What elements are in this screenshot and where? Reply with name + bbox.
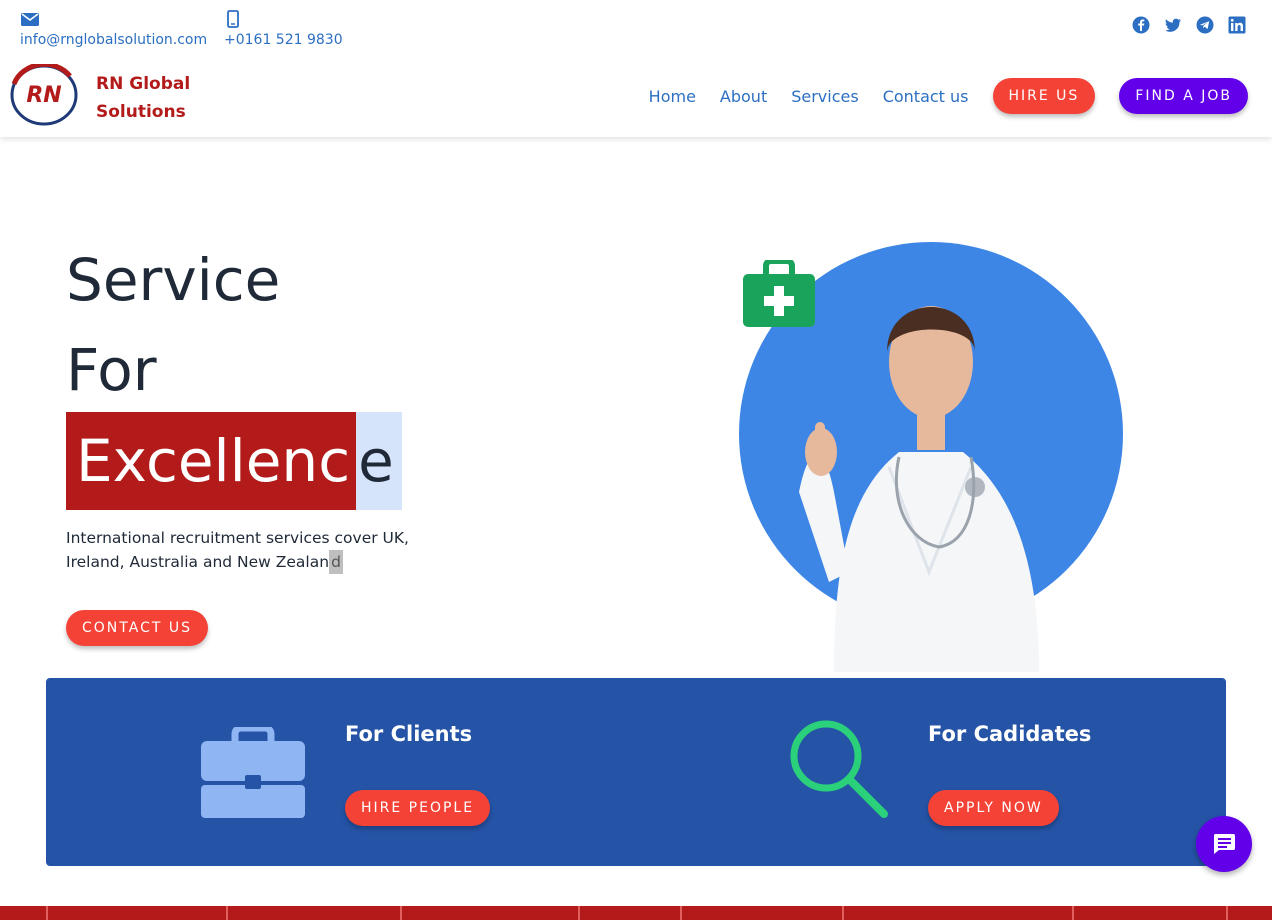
hire-us-button[interactable]: HIRE US bbox=[992, 78, 1096, 114]
nav-about[interactable]: About bbox=[720, 87, 767, 106]
search-icon bbox=[790, 720, 888, 818]
hero-selected-text: e bbox=[356, 412, 402, 510]
hero-description: International recruitment services cover… bbox=[66, 526, 466, 574]
logo-text: RN bbox=[26, 83, 61, 108]
nav-contact-us[interactable]: Contact us bbox=[883, 87, 969, 106]
footer-strip bbox=[0, 906, 1272, 920]
for-clients-title: For Clients bbox=[345, 722, 473, 746]
top-header: info@rnglobalsolution.com +0161 521 9830… bbox=[0, 0, 1272, 137]
brand-name[interactable]: RN Global Solutions bbox=[96, 70, 190, 126]
twitter-icon[interactable] bbox=[1164, 16, 1182, 34]
services-band: For Clients HIRE PEOPLE For Cadidates AP… bbox=[46, 678, 1226, 866]
brand-line-1: RN Global bbox=[96, 74, 191, 94]
chat-icon bbox=[1214, 834, 1235, 854]
email-text[interactable]: info@rnglobalsolution.com bbox=[20, 32, 207, 48]
brand-line-2: Solutions bbox=[96, 102, 186, 122]
apply-now-button[interactable]: APPLY NOW bbox=[928, 790, 1059, 826]
find-a-job-button[interactable]: FIND A JOB bbox=[1119, 78, 1248, 114]
briefcase-icon bbox=[201, 727, 305, 818]
chat-widget-button[interactable] bbox=[1196, 816, 1252, 872]
hero-title-line-2: For bbox=[66, 336, 157, 404]
phone-text[interactable]: +0161 521 9830 bbox=[224, 32, 343, 48]
hire-people-button[interactable]: HIRE PEOPLE bbox=[345, 790, 491, 826]
mail-icon bbox=[21, 13, 39, 26]
hero-description-text: International recruitment services cover… bbox=[66, 529, 409, 571]
hero-highlight-text: Excellenc bbox=[66, 412, 357, 510]
for-candidates-title: For Cadidates bbox=[928, 722, 1092, 746]
nav-services[interactable]: Services bbox=[791, 87, 858, 106]
phone-icon bbox=[227, 10, 239, 28]
medical-kit-icon bbox=[743, 260, 815, 327]
text-caret: d bbox=[329, 550, 344, 574]
contact-us-button[interactable]: CONTACT US bbox=[66, 610, 208, 646]
social-links bbox=[1132, 16, 1246, 34]
facebook-icon[interactable] bbox=[1132, 16, 1150, 34]
company-logo[interactable]: RN bbox=[10, 64, 78, 126]
hero-title-line-3: Excellenc e bbox=[66, 412, 402, 510]
main-nav: Home About Services Contact us HIRE US F… bbox=[649, 78, 1248, 114]
hero-title-line-1: Service bbox=[66, 246, 281, 314]
phone-contact[interactable]: +0161 521 9830 bbox=[224, 10, 343, 48]
telegram-icon[interactable] bbox=[1196, 16, 1214, 34]
nav-home[interactable]: Home bbox=[649, 87, 696, 106]
email-contact[interactable]: info@rnglobalsolution.com bbox=[20, 10, 207, 48]
linkedin-icon[interactable] bbox=[1228, 16, 1246, 34]
